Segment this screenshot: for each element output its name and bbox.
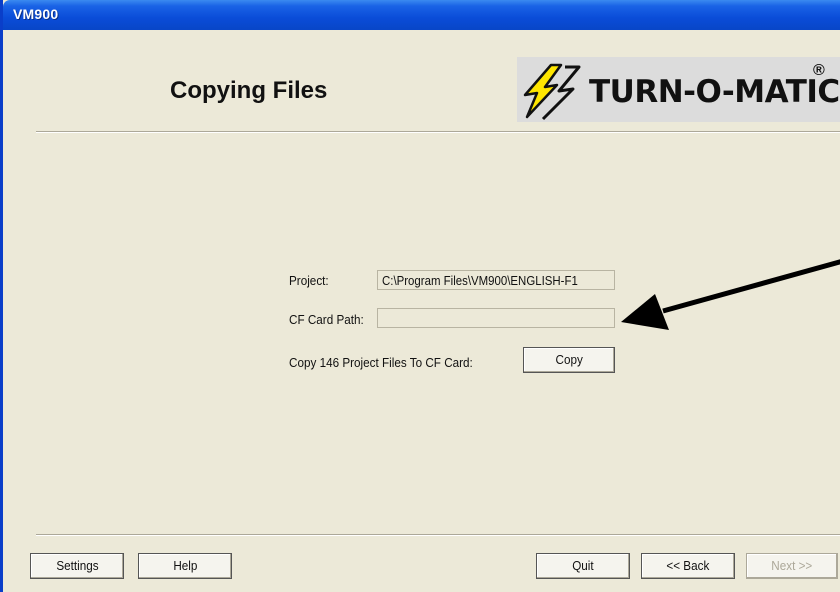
help-button[interactable]: Help: [138, 553, 232, 579]
footer-divider: [36, 534, 840, 536]
quit-button[interactable]: Quit: [536, 553, 630, 579]
back-button[interactable]: << Back: [641, 553, 735, 579]
settings-button[interactable]: Settings: [30, 553, 124, 579]
app-window: VM900 Copying Files TURN-O-MATIC ® Proje…: [0, 0, 840, 592]
next-button[interactable]: Next >>: [746, 553, 838, 579]
arrow-annotation-icon: [621, 259, 840, 330]
